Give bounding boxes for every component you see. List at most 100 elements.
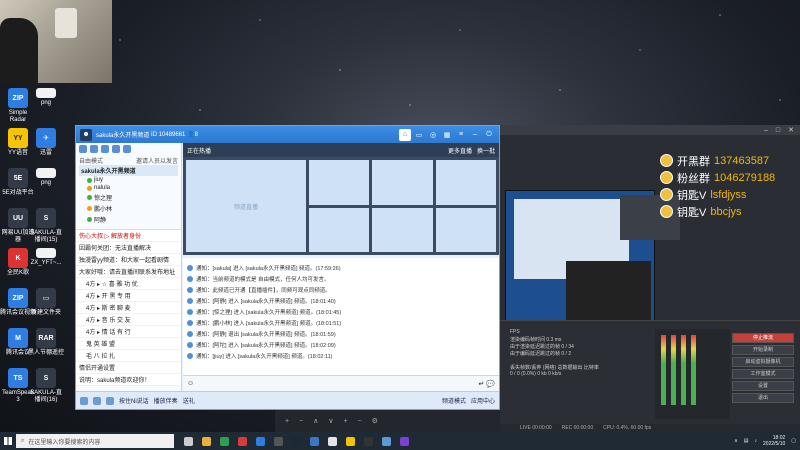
hot-tile[interactable]: [309, 160, 370, 205]
toolbar-icon-2[interactable]: [90, 145, 98, 153]
sub-channel-item[interactable]: 4方 ▸ 情 话 有 行: [76, 326, 181, 338]
chat-title-bar[interactable]: ☻ sakula永久开黑频道 ID 10489661 👤 8 ⌂ ▭ ◎ ▦ ≡ …: [76, 126, 499, 143]
channel-mode-button[interactable]: 频道模式: [442, 396, 466, 405]
sub-channel-item[interactable]: 情侣开通设置: [76, 362, 181, 374]
skin-icon[interactable]: ▦: [441, 129, 453, 141]
app-blue-icon[interactable]: [310, 436, 319, 446]
headset-icon[interactable]: [93, 396, 101, 405]
user-item[interactable]: 阿静: [79, 214, 178, 225]
gear-icon[interactable]: ⚙: [372, 417, 378, 425]
mic-icon[interactable]: [80, 396, 88, 405]
volume-icon[interactable]: ♪: [755, 438, 758, 444]
desktop-icon[interactable]: S SAKULA-直播间(15): [28, 208, 64, 244]
obs-control-button[interactable]: 设置: [732, 381, 794, 391]
app-white-icon[interactable]: [328, 436, 337, 446]
desktop-icon[interactable]: RAR 黑人节棚遥控: [28, 328, 64, 357]
close-icon[interactable]: ✕: [788, 126, 794, 134]
minimize-icon[interactable]: –: [469, 129, 481, 141]
taskbar-search[interactable]: ⌕ 在这里输入你要搜索的内容: [16, 434, 174, 448]
sub-channel-item[interactable]: 因霸何关团：无法直播解决: [76, 242, 181, 254]
file-explorer-icon[interactable]: [202, 436, 211, 446]
chat-bubble-icon[interactable]: 💬: [486, 380, 495, 388]
start-button[interactable]: [0, 432, 16, 450]
home-icon[interactable]: ⌂: [399, 128, 411, 141]
record-button[interactable]: 按住Ni说话: [119, 396, 149, 405]
speaker-icon[interactable]: [106, 396, 114, 405]
add-icon[interactable]: +: [285, 418, 289, 425]
steam-icon[interactable]: [292, 436, 301, 446]
user-item[interactable]: 鹏小林: [79, 203, 178, 214]
sub-channel-item[interactable]: 大家好哦：请去直播间联系发布地址: [76, 266, 181, 278]
chrome-icon[interactable]: [220, 436, 229, 446]
gift-button[interactable]: 送礼: [183, 396, 195, 405]
chat-window[interactable]: ☻ sakula永久开黑频道 ID 10489661 👤 8 ⌂ ▭ ◎ ▦ ≡ …: [75, 125, 500, 410]
desktop-icon[interactable]: ✈ 迅雷: [28, 128, 64, 157]
yy-icon[interactable]: [346, 436, 355, 446]
toolbar-icon-5[interactable]: [123, 145, 131, 153]
desktop-icon[interactable]: png: [28, 88, 64, 107]
sub-channel-item[interactable]: 说明：sakula频道欢迎你！: [76, 374, 181, 386]
maximize-icon[interactable]: □: [776, 127, 780, 134]
message-input-row[interactable]: ☺ ↵ 💬: [183, 375, 499, 391]
obs-control-button[interactable]: 工作室模式: [732, 369, 794, 379]
app-lightblue-icon[interactable]: [382, 436, 391, 446]
app-center-button[interactable]: 应用中心: [471, 396, 495, 405]
tv-icon[interactable]: ▭: [413, 129, 425, 141]
add-icon[interactable]: +: [343, 418, 347, 425]
obs-control-button[interactable]: 停止推流: [732, 333, 794, 343]
menu-icon[interactable]: ≡: [455, 129, 467, 141]
app-red-icon[interactable]: [238, 436, 247, 446]
mode-action[interactable]: 邀请人员以发言: [136, 156, 178, 165]
sub-channel-item[interactable]: 4方 ▸ 开 黑 专 用: [76, 290, 181, 302]
desktop-icon[interactable]: S SAKULA-直播间(16): [28, 368, 64, 404]
network-icon[interactable]: ▤: [744, 438, 749, 444]
toolbar-icon-3[interactable]: [101, 145, 109, 153]
desktop-icon[interactable]: png: [28, 168, 64, 187]
toolbar-icon-4[interactable]: [112, 145, 120, 153]
sub-channel-item[interactable]: 4方 ▸ ☆ 喜 雅 功 优: [76, 278, 181, 290]
hot-tile[interactable]: [309, 207, 370, 252]
obs-icon[interactable]: [364, 436, 373, 446]
down-icon[interactable]: ∨: [328, 417, 333, 425]
obs-titlebar[interactable]: – □ ✕: [500, 125, 800, 135]
up-icon[interactable]: ∧: [313, 417, 318, 425]
tray-arrow-icon[interactable]: ∧: [734, 438, 738, 444]
hot-refresh-link[interactable]: 换一批: [477, 149, 495, 155]
hot-tile[interactable]: [435, 207, 496, 252]
toolbar-icon-1[interactable]: [79, 145, 87, 153]
user-item[interactable]: jiuy: [79, 176, 178, 184]
power-icon[interactable]: ⏻: [483, 129, 495, 141]
obs-control-button[interactable]: 退出: [732, 393, 794, 403]
obs-control-button[interactable]: 启动虚拟摄像机: [732, 357, 794, 367]
sub-channel-item[interactable]: 伤心大叔 ▷ 解放者身份: [76, 230, 181, 242]
app-dark-icon[interactable]: [274, 436, 283, 446]
sub-channel-item[interactable]: 4方 ▸ 音 乐 交 友: [76, 314, 181, 326]
sub-channel-item[interactable]: 4方 ▸ 斯 密 聊 麦: [76, 302, 181, 314]
obs-control-button[interactable]: 开始录制: [732, 345, 794, 355]
app-purple-icon[interactable]: [400, 436, 409, 446]
notification-icon[interactable]: ▢: [791, 438, 796, 444]
task-view-icon[interactable]: [184, 436, 193, 446]
desktop-icon[interactable]: ZX_YFT~...: [28, 248, 64, 267]
desktop-icon[interactable]: ▭ 新建文件夹: [28, 288, 64, 317]
sub-channel-item[interactable]: 独漫雷yy频道：和大家一起看剧情: [76, 254, 181, 266]
play-music-button[interactable]: 播放伴奏: [154, 396, 178, 405]
sub-channel-item[interactable]: 鬼 英 雄 盟: [76, 338, 181, 350]
hot-tile[interactable]: [372, 207, 433, 252]
remove-icon[interactable]: −: [299, 418, 303, 425]
hot-tile[interactable]: [372, 160, 433, 205]
hot-tile-main[interactable]: 频道直播: [186, 160, 306, 252]
user-item[interactable]: 惊之狸: [79, 192, 178, 203]
edge-icon[interactable]: [256, 436, 265, 446]
mode-label[interactable]: 自由模式: [79, 156, 103, 165]
hot-tile[interactable]: [435, 160, 496, 205]
gamepad-icon[interactable]: ◎: [427, 129, 439, 141]
sub-channel-item[interactable]: 毛 八 拉 扎: [76, 350, 181, 362]
clock[interactable]: 18:02 2022/5/10: [763, 435, 785, 447]
remove-icon[interactable]: −: [358, 418, 362, 425]
audio-mixer[interactable]: [655, 329, 730, 419]
minimize-icon[interactable]: –: [764, 127, 768, 134]
send-icon[interactable]: ↵: [478, 380, 484, 388]
hot-more-link[interactable]: 更多直播: [448, 149, 472, 155]
emoji-icon[interactable]: ☺: [187, 380, 194, 387]
